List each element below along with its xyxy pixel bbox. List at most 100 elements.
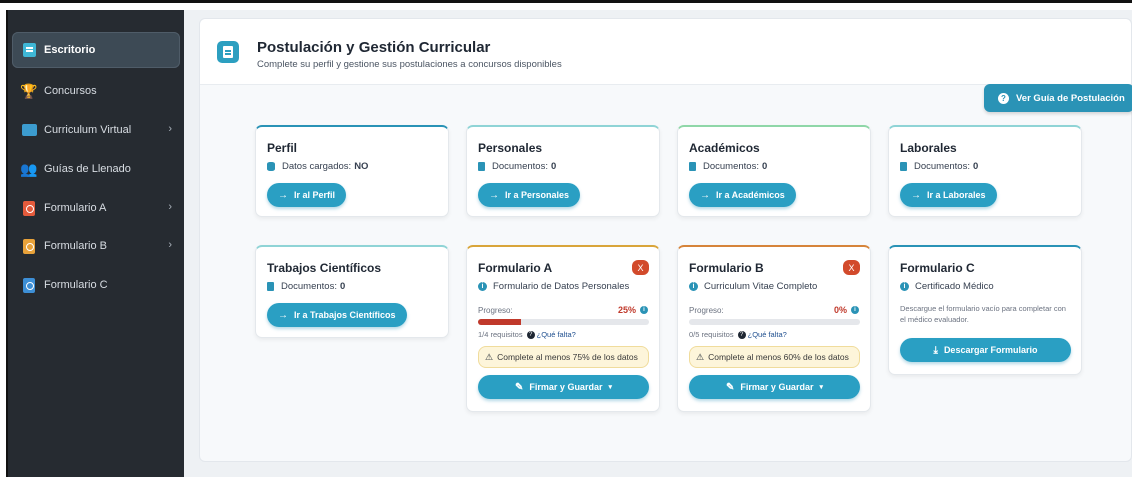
sidebar-item-label: Formulario C (44, 279, 108, 291)
progress-label: Progreso: (689, 306, 724, 315)
pdf-icon (20, 238, 38, 254)
info-label: Documentos: (703, 161, 759, 172)
info-icon: i (689, 282, 698, 291)
sidebar-item-guias-de-llenado[interactable]: 👥 Guías de Llenado (12, 151, 180, 187)
arrow-right-icon: → (278, 309, 288, 321)
button-label: Firmar y Guardar (529, 382, 603, 392)
panel-header: Postulación y Gestión Curricular Complet… (200, 19, 1131, 85)
card-title: Formulario B (689, 261, 764, 275)
sign-and-save-button[interactable]: ✎ Firmar y Guardar ▾ (478, 375, 649, 399)
go-to-personales-button[interactable]: → Ir a Personales (478, 183, 581, 207)
progress-text: 25% (617, 305, 636, 315)
info-icon[interactable]: i (640, 306, 648, 314)
info-value: 0 (972, 161, 979, 172)
progress-bar (478, 319, 649, 325)
button-label: Ir a Personales (505, 190, 570, 200)
pen-icon: ✎ (515, 381, 524, 393)
view-guide-button[interactable]: ? Ver Guía de Postulación (984, 84, 1132, 112)
card-title: Formulario C (900, 261, 975, 275)
sidebar: Escritorio 🏆 Concursos Curriculum Virtua… (6, 10, 184, 477)
card-info-line: Documentos: 0 (900, 161, 978, 172)
progress-text: 0% (833, 305, 847, 315)
caret-down-icon: ▾ (608, 384, 612, 391)
go-to-trabajos-button[interactable]: → Ir a Trabajos Científicos (267, 303, 407, 327)
question-circle-icon: ? (526, 330, 535, 339)
sidebar-item-label: Guías de Llenado (44, 163, 131, 175)
go-to-laborales-button[interactable]: → Ir a Laborales (900, 183, 997, 207)
incomplete-badge: X (843, 260, 860, 275)
sidebar-item-curriculum-virtual[interactable]: Curriculum Virtual › (12, 112, 180, 148)
card-info-line: Datos cargados: NO (267, 161, 368, 172)
arrow-right-icon: → (911, 189, 921, 201)
sidebar-item-label: Formulario A (44, 202, 107, 214)
info-value: 0 (550, 161, 557, 172)
download-icon: ⤓ (933, 344, 938, 356)
progress-bar (689, 319, 860, 325)
progress-fill (478, 319, 521, 325)
incomplete-badge: X (632, 260, 649, 275)
arrow-right-icon: → (278, 189, 288, 201)
info-value: 0 (761, 161, 768, 172)
card-title: Perfil (267, 141, 298, 155)
info-value: NO (354, 161, 369, 172)
sidebar-item-formulario-b[interactable]: Formulario B › (12, 228, 180, 264)
info-icon: i (900, 282, 909, 291)
whats-missing-link[interactable]: ¿Qué falta? (537, 330, 576, 339)
pdf-icon (20, 200, 38, 216)
requirements-count: 1/4 requisitos (478, 330, 523, 339)
card-formulario-c: Formulario C i Certificado Médico Descar… (888, 245, 1082, 375)
warning-alert: ⚠ Complete al menos 75% de los datos (478, 346, 649, 368)
warning-text: Complete al menos 60% de los datos (708, 352, 849, 362)
warning-icon: ⚠ (696, 351, 705, 362)
info-label: Documentos: (281, 281, 337, 292)
info-label: Documentos: (914, 161, 970, 172)
sidebar-item-escritorio[interactable]: Escritorio (12, 32, 180, 68)
file-icon (900, 162, 907, 171)
info-icon: i (478, 282, 487, 291)
arrow-right-icon: → (489, 189, 499, 201)
card-formulario-a: Formulario A X i Formulario de Datos Per… (466, 245, 660, 412)
sidebar-item-formulario-a[interactable]: Formulario A › (12, 190, 180, 226)
download-form-button[interactable]: ⤓ Descargar Formulario (900, 338, 1071, 362)
sidebar-item-label: Concursos (44, 85, 97, 97)
subtitle-text: Curriculum Vitae Completo (704, 281, 818, 292)
card-formulario-b: Formulario B X i Curriculum Vitae Comple… (677, 245, 871, 412)
card-laborales: Laborales Documentos: 0 → Ir a Laborales (888, 125, 1082, 217)
whats-missing-link[interactable]: ¿Qué falta? (748, 330, 787, 339)
id-card-icon (20, 122, 38, 138)
card-info-line: Documentos: 0 (478, 161, 556, 172)
info-icon[interactable]: i (851, 306, 859, 314)
file-icon (267, 282, 274, 291)
dashboard-panel: Postulación y Gestión Curricular Complet… (199, 18, 1132, 462)
pdf-icon (20, 277, 38, 293)
sidebar-item-formulario-c[interactable]: Formulario C (12, 267, 180, 303)
card-info-line: Documentos: 0 (689, 161, 767, 172)
requirements-line: 0/5 requisitos ? ¿Qué falta? (689, 330, 787, 339)
go-to-profile-button[interactable]: → Ir al Perfil (267, 183, 347, 207)
card-title: Académicos (689, 141, 760, 155)
question-circle-icon: ? (998, 92, 1009, 104)
subtitle-text: Certificado Médico (915, 281, 994, 292)
button-label: Ir a Académicos (716, 190, 785, 200)
arrow-right-icon: → (700, 189, 710, 201)
button-label: Firmar y Guardar (740, 382, 814, 392)
button-label: Ir a Laborales (927, 190, 986, 200)
card-trabajos-cientificos: Trabajos Científicos Documentos: 0 → Ir … (255, 245, 449, 338)
chevron-right-icon: › (168, 201, 172, 213)
trophy-icon: 🏆 (20, 82, 38, 99)
card-personales: Personales Documentos: 0 → Ir a Personal… (466, 125, 660, 217)
question-circle-icon: ? (737, 330, 746, 339)
file-icon (478, 162, 485, 171)
button-label: Ir a Trabajos Científicos (294, 310, 396, 320)
requirements-count: 0/5 requisitos (689, 330, 734, 339)
card-title: Personales (478, 141, 543, 155)
go-to-academicos-button[interactable]: → Ir a Académicos (689, 183, 796, 207)
clipboard-icon (217, 41, 239, 63)
card-title: Trabajos Científicos (267, 261, 382, 275)
warning-icon: ⚠ (485, 351, 494, 362)
sidebar-item-concursos[interactable]: 🏆 Concursos (12, 73, 180, 109)
card-subtitle: i Certificado Médico (900, 281, 994, 292)
page-subtitle: Complete su perfil y gestione sus postul… (257, 59, 562, 70)
database-icon (267, 162, 275, 171)
sign-and-save-button[interactable]: ✎ Firmar y Guardar ▾ (689, 375, 860, 399)
